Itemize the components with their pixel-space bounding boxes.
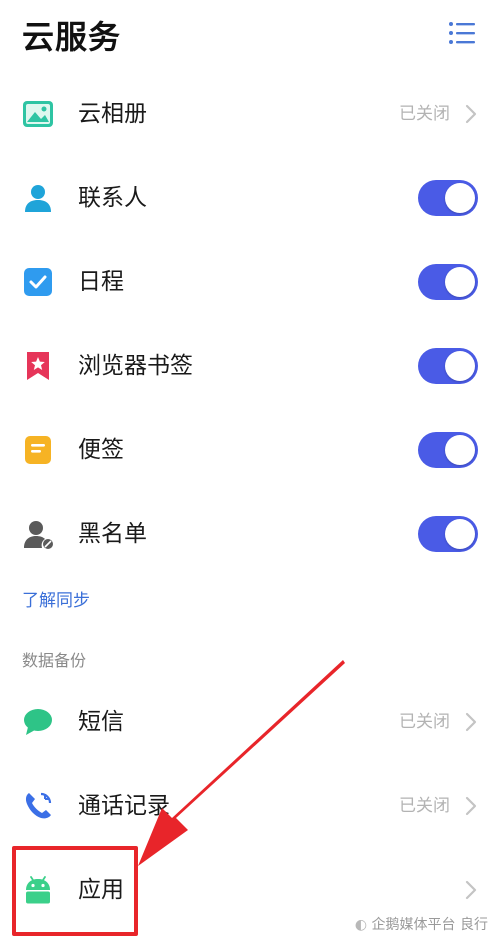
chevron-right-icon xyxy=(465,880,477,900)
toggle-knob xyxy=(445,435,475,465)
bookmark-star-icon xyxy=(27,352,49,380)
note-icon xyxy=(25,436,51,464)
annotation-highlight-box xyxy=(12,846,138,936)
status-text: 已关闭 xyxy=(399,796,450,816)
sync-toggle-switch[interactable] xyxy=(418,348,478,384)
phone-icon xyxy=(25,792,52,819)
person-icon xyxy=(25,185,51,212)
status-text: 已关闭 xyxy=(399,104,450,124)
watermark-text: ◐ 企鹅媒体平台 良行 xyxy=(355,914,488,934)
backup-item-sms[interactable]: 短信 已关闭 xyxy=(0,680,500,764)
checkbox-icon xyxy=(24,268,52,296)
sync-item-browser-bookmarks[interactable]: 浏览器书签 xyxy=(0,324,500,408)
section-header-backup: 数据备份 xyxy=(22,651,87,670)
sync-item-contacts[interactable]: 联系人 xyxy=(0,156,500,240)
sync-item-label: 云相册 xyxy=(78,101,147,127)
blocked-person-icon xyxy=(24,521,53,549)
sync-item-notes[interactable]: 便签 xyxy=(0,408,500,492)
toggle-knob xyxy=(445,183,475,213)
photo-icon xyxy=(23,101,53,127)
sync-toggle-switch[interactable] xyxy=(418,264,478,300)
sync-toggle-switch[interactable] xyxy=(418,516,478,552)
sync-item-label: 浏览器书签 xyxy=(78,353,193,379)
sync-item-blacklist[interactable]: 黑名单 xyxy=(0,492,500,576)
status-text: 已关闭 xyxy=(399,712,450,732)
backup-item-label: 短信 xyxy=(78,709,124,735)
chevron-right-icon xyxy=(465,796,477,816)
learn-sync-link[interactable]: 了解同步 xyxy=(22,588,90,614)
sync-item-label: 黑名单 xyxy=(78,521,147,547)
watermark-label: 企鹅媒体平台 良行 xyxy=(371,917,488,933)
sync-item-label: 联系人 xyxy=(78,185,147,211)
backup-item-label: 通话记录 xyxy=(78,793,170,819)
chevron-right-icon xyxy=(465,104,477,124)
chevron-right-icon xyxy=(465,712,477,732)
toggle-knob xyxy=(445,267,475,297)
list-menu-icon[interactable] xyxy=(448,20,476,46)
chat-bubble-icon xyxy=(24,709,52,735)
sync-item-label: 便签 xyxy=(78,437,124,463)
app-header: 云服务 xyxy=(0,0,500,70)
sync-toggle-switch[interactable] xyxy=(418,180,478,216)
page-title: 云服务 xyxy=(22,18,122,56)
sync-toggle-switch[interactable] xyxy=(418,432,478,468)
toggle-knob xyxy=(445,351,475,381)
sync-item-label: 日程 xyxy=(78,269,124,295)
sync-item-calendar[interactable]: 日程 xyxy=(0,240,500,324)
toggle-knob xyxy=(445,519,475,549)
watermark-logo-icon: ◐ xyxy=(354,917,372,933)
sync-item-cloud-album[interactable]: 云相册 已关闭 xyxy=(0,72,500,156)
backup-item-call-log[interactable]: 通话记录 已关闭 xyxy=(0,764,500,848)
